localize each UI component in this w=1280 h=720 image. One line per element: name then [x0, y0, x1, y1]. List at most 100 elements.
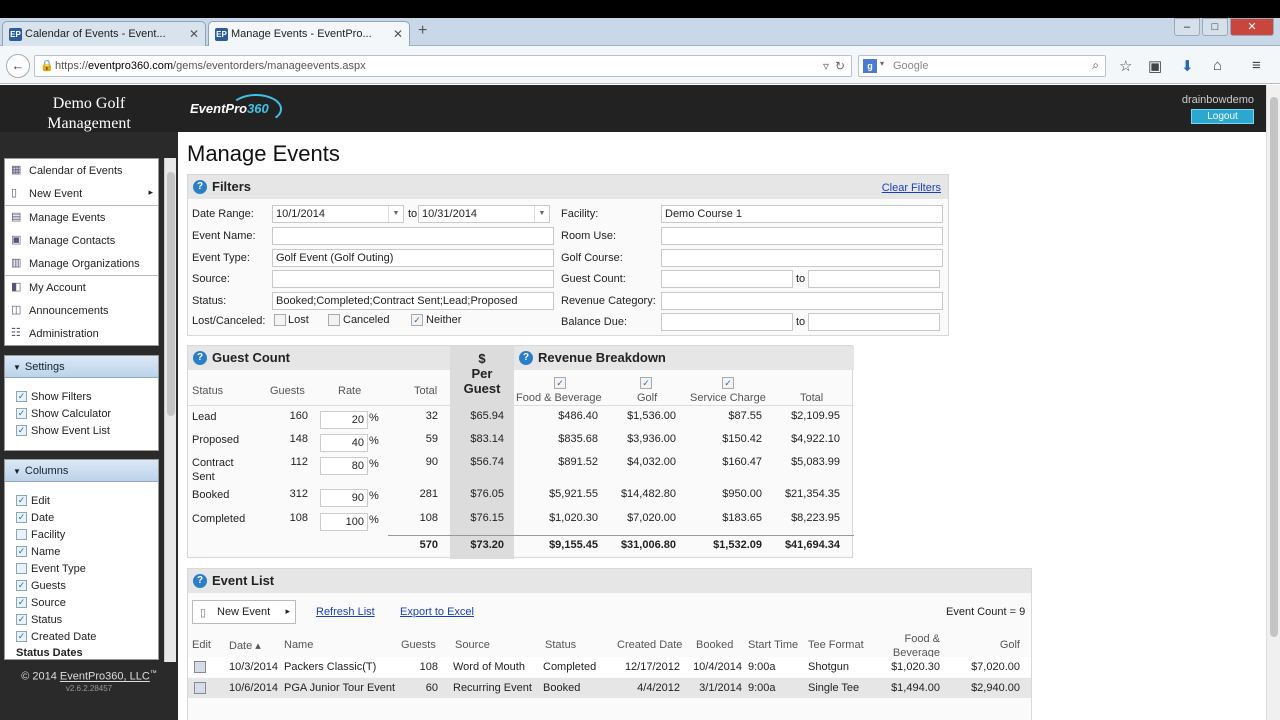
search-icon[interactable]: ⌕ — [1092, 58, 1099, 73]
tab-manage-events[interactable]: EP Manage Events - EventPro... ✕ — [208, 21, 410, 46]
col-created-date[interactable]: Created Date — [617, 639, 682, 651]
table-row[interactable]: 10/3/2014 Packers Classic(T) Word of Mouth… — [188, 657, 1031, 677]
golf-course-input[interactable] — [661, 249, 943, 267]
checkbox-checked-icon[interactable]: ✓ — [16, 631, 27, 642]
col-tee-format[interactable]: Tee Format — [808, 639, 864, 651]
help-icon[interactable]: ? — [519, 351, 533, 365]
clear-filters-link[interactable]: Clear Filters — [882, 182, 941, 194]
company-link[interactable]: EventPro360, LLC — [60, 671, 150, 683]
service-charge-column-checkbox[interactable]: ✓ — [722, 377, 734, 389]
bookmark-star-icon[interactable]: ☆ — [1119, 57, 1132, 75]
col-guests[interactable]: Guests — [401, 639, 436, 651]
checkbox-checked-icon[interactable]: ✓ — [16, 495, 27, 506]
search-bar[interactable]: g ▾ Google ⌕ — [858, 55, 1106, 77]
menu-item-administration[interactable]: ☷ Administration — [5, 322, 158, 345]
clipboard-icon[interactable]: ▣ — [1148, 57, 1162, 75]
minimize-icon[interactable]: – — [1174, 18, 1200, 36]
rate-input[interactable]: 40 — [320, 434, 368, 452]
dropdown-arrow-icon[interactable]: ▿ — [823, 59, 829, 73]
settings-header[interactable]: ▼ Settings — [5, 356, 158, 378]
setting-show-filters[interactable]: ✓ Show Filters — [5, 388, 158, 405]
setting-show-event-list[interactable]: ✓ Show Event List — [5, 422, 158, 439]
event-name-input[interactable] — [272, 227, 554, 245]
date-to-input[interactable]: 10/31/2014 ▼ — [418, 205, 550, 223]
status-input[interactable]: Booked;Completed;Contract Sent;Lead;Prop… — [272, 292, 554, 310]
balance-due-to-input[interactable] — [808, 313, 940, 331]
checkbox-checked-icon[interactable]: ✓ — [16, 391, 27, 402]
scrollbar-thumb[interactable] — [167, 172, 175, 416]
table-row[interactable]: 10/6/2014 PGA Junior Tour Event Recurring … — [188, 678, 1031, 698]
page-scrollbar[interactable] — [1266, 85, 1280, 720]
checkbox-icon[interactable] — [16, 529, 27, 540]
menu-item-calendar-of-events[interactable]: ▦ Calendar of Events — [5, 159, 158, 182]
menu-item-manage-organizations[interactable]: ▥ Manage Organizations — [5, 252, 158, 275]
dropdown-arrow-icon[interactable]: ▼ — [388, 206, 403, 222]
chevron-down-icon[interactable]: ▾ — [880, 59, 884, 68]
col-golf[interactable]: Golf — [978, 639, 1020, 651]
logout-button[interactable]: Logout — [1191, 109, 1254, 124]
setting-show-calculator[interactable]: ✓ Show Calculator — [5, 405, 158, 422]
refresh-list-link[interactable]: Refresh List — [316, 606, 375, 618]
event-type-input[interactable]: Golf Event (Golf Outing) — [272, 249, 554, 267]
scrollbar-thumb[interactable] — [1270, 97, 1278, 637]
checkbox-checked-icon[interactable]: ✓ — [16, 614, 27, 625]
column-option[interactable]: Event Type — [5, 560, 158, 577]
guest-count-to-input[interactable] — [808, 270, 940, 288]
fb-column-checkbox[interactable]: ✓ — [554, 377, 566, 389]
maximize-icon[interactable]: □ — [1202, 18, 1228, 36]
col-source[interactable]: Source — [455, 639, 490, 651]
checkbox-checked-icon[interactable]: ✓ — [16, 512, 27, 523]
checkbox-checked-icon[interactable]: ✓ — [16, 425, 27, 436]
export-to-excel-link[interactable]: Export to Excel — [400, 606, 474, 618]
rate-input[interactable]: 80 — [320, 457, 368, 475]
columns-header[interactable]: ▼ Columns — [5, 460, 158, 482]
date-from-input[interactable]: 10/1/2014 ▼ — [272, 205, 404, 223]
column-option[interactable]: Facility — [5, 526, 158, 543]
golf-column-checkbox[interactable]: ✓ — [640, 377, 652, 389]
balance-due-from-input[interactable] — [661, 313, 793, 331]
close-window-icon[interactable]: ✕ — [1230, 18, 1274, 36]
new-event-button[interactable]: ▯ New Event ▸ — [192, 600, 296, 624]
download-icon[interactable]: ⬇ — [1181, 57, 1194, 75]
rate-input[interactable]: 20 — [320, 411, 368, 429]
facility-input[interactable]: Demo Course 1 — [661, 205, 943, 223]
checkbox-checked-icon[interactable]: ✓ — [16, 546, 27, 557]
checkbox-checked-icon[interactable]: ✓ — [16, 580, 27, 591]
column-option[interactable]: ✓ Edit — [5, 492, 158, 509]
rate-input[interactable]: 90 — [320, 489, 368, 507]
room-use-input[interactable] — [661, 227, 943, 245]
sidebar-scrollbar[interactable] — [164, 158, 176, 662]
checkbox-checked-icon[interactable]: ✓ — [16, 408, 27, 419]
close-tab-icon[interactable]: ✕ — [189, 27, 199, 41]
col-food-beverage[interactable]: Food & Beverage — [888, 632, 940, 660]
dropdown-arrow-icon[interactable]: ▼ — [534, 206, 549, 222]
menu-item-manage-events[interactable]: ▤ Manage Events — [5, 206, 158, 229]
column-option[interactable]: ✓ Name — [5, 543, 158, 560]
url-bar[interactable]: 🔒 https://eventpro360.com/gems/eventorde… — [34, 55, 852, 77]
home-icon[interactable]: ⌂ — [1213, 57, 1222, 74]
col-name[interactable]: Name — [284, 639, 313, 651]
lost-checkbox[interactable] — [274, 314, 286, 326]
rate-input[interactable]: 100 — [320, 513, 368, 531]
col-status[interactable]: Status — [545, 639, 576, 651]
source-input[interactable] — [272, 270, 554, 288]
revenue-category-input[interactable] — [661, 292, 943, 310]
column-option[interactable]: ✓ Guests — [5, 577, 158, 594]
tab-calendar-of-events[interactable]: EP Calendar of Events - Event... ✕ — [2, 21, 206, 46]
menu-icon[interactable]: ≡ — [1252, 57, 1261, 74]
menu-item-announcements[interactable]: ◫ Announcements — [5, 299, 158, 322]
edit-icon[interactable] — [194, 682, 206, 694]
column-option[interactable]: ✓ Source — [5, 594, 158, 611]
column-option[interactable]: ✓ Date — [5, 509, 158, 526]
col-start-time[interactable]: Start Time — [748, 639, 798, 651]
help-icon[interactable]: ? — [193, 180, 207, 194]
reload-icon[interactable]: ↻ — [835, 59, 845, 73]
menu-item-new-event[interactable]: ▯ New Event ▸ — [5, 182, 158, 205]
col-booked[interactable]: Booked — [696, 639, 733, 651]
checkbox-icon[interactable] — [16, 563, 27, 574]
help-icon[interactable]: ? — [193, 351, 207, 365]
help-icon[interactable]: ? — [193, 574, 207, 588]
back-arrow-icon[interactable]: ← — [6, 54, 30, 78]
col-date[interactable]: Date ▴ — [229, 639, 261, 652]
neither-checkbox[interactable]: ✓ — [411, 314, 423, 326]
